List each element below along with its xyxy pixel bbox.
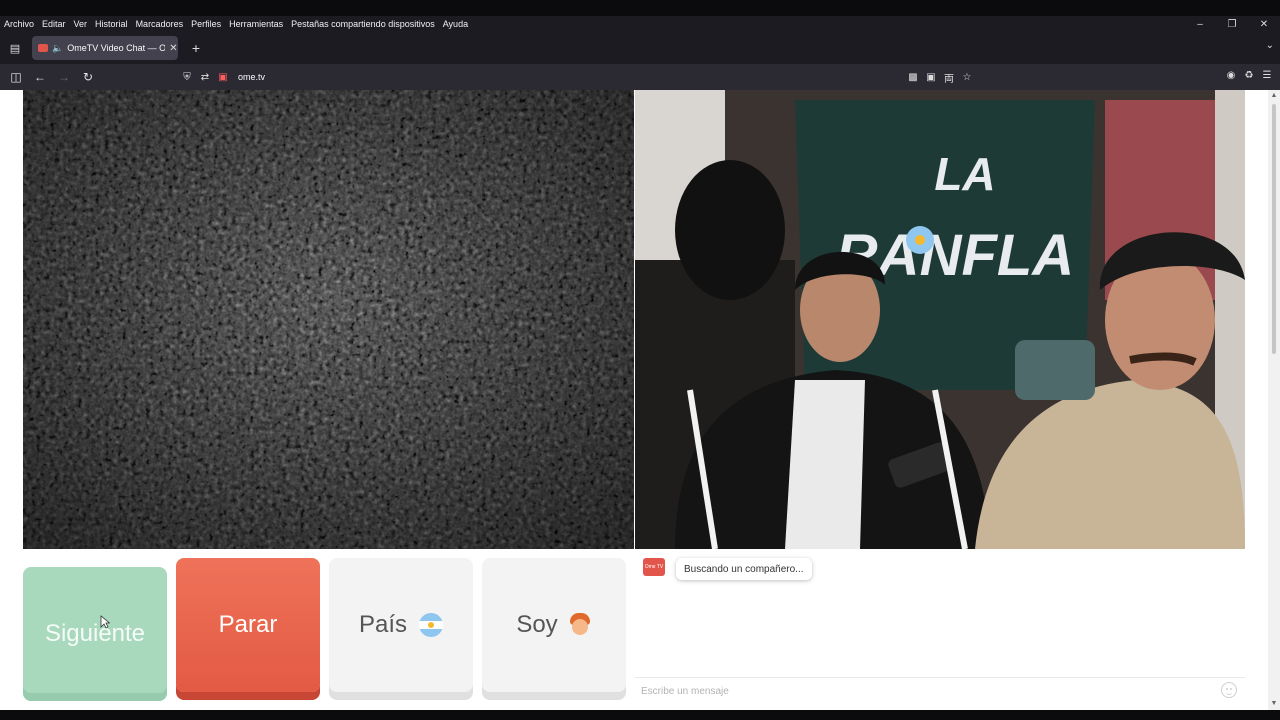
message-input[interactable]	[641, 682, 1201, 700]
restore-icon[interactable]: ❐	[1216, 16, 1248, 32]
menu-herramientas[interactable]: Herramientas	[225, 19, 287, 29]
menu-editar[interactable]: Editar	[38, 19, 70, 29]
extensions-icon[interactable]: ♻	[1240, 66, 1258, 84]
tab-bar: ▤ 🔈 OmeTV Video Chat — OmeTV ✕ + ⌄	[0, 32, 1280, 64]
camera-icon[interactable]: ▣	[214, 68, 232, 86]
navigation-bar: ◫ ← → ↻ ⛨ ⇄ ▣ ome.tv ▩ ▣ 両 ☆ ◉ ♻ ☰	[0, 64, 1280, 90]
page-content: LA RANFLA Siguiente Parar País Soy Ome T…	[0, 90, 1280, 720]
menu-pestanas-compartiendo[interactable]: Pestañas compartiendo dispositivos	[287, 19, 439, 29]
tab-ometv[interactable]: 🔈 OmeTV Video Chat — OmeTV ✕	[32, 36, 178, 60]
scroll-down-icon[interactable]: ▼	[1270, 700, 1278, 708]
close-window-icon[interactable]: ✕	[1248, 16, 1280, 32]
status-message: Buscando un compañero...	[676, 558, 812, 580]
emoji-icon[interactable]	[1221, 682, 1237, 698]
ometv-favicon-icon	[38, 44, 48, 52]
url-actions: ▩ ▣ 両 ☆	[904, 68, 976, 86]
country-button-label: País	[358, 611, 408, 638]
toolbar-right-actions: ◉ ♻ ☰	[1222, 66, 1276, 84]
menu-archivo[interactable]: Archivo	[0, 19, 38, 29]
country-button[interactable]: País	[329, 558, 473, 692]
boy-face-icon	[568, 613, 592, 637]
reload-icon[interactable]: ↻	[76, 66, 100, 88]
menu-bar: Archivo Editar Ver Historial Marcadores …	[0, 16, 1280, 32]
account-icon[interactable]: ◉	[1222, 66, 1240, 84]
screenshot-icon[interactable]: ▣	[922, 68, 940, 86]
minimize-icon[interactable]: –	[1184, 16, 1216, 32]
forward-arrow-icon[interactable]: →	[52, 66, 76, 88]
plus-icon[interactable]: +	[184, 36, 208, 60]
ometv-logo-icon: Ome TV	[643, 558, 665, 576]
stop-button[interactable]: Parar	[176, 558, 320, 692]
chat-input-row	[635, 677, 1245, 703]
next-button[interactable]: Siguiente	[23, 567, 167, 701]
url-text[interactable]: ome.tv	[238, 72, 265, 82]
close-tab-icon[interactable]: ✕	[169, 43, 177, 54]
chat-panel: Ome TV Buscando un compañero...	[635, 549, 1245, 704]
local-video-static	[23, 90, 634, 549]
speaker-icon[interactable]: 🔈	[52, 43, 63, 54]
menu-icon[interactable]: ☰	[1258, 66, 1276, 84]
url-bar[interactable]: ⛨ ⇄ ▣ ome.tv ▩ ▣ 両 ☆	[178, 66, 1128, 88]
window-bottom-strip	[0, 710, 1280, 720]
scrollbar-thumb[interactable]	[1272, 104, 1276, 354]
menu-ver[interactable]: Ver	[70, 19, 92, 29]
window-top-strip	[0, 0, 1280, 16]
menu-historial[interactable]: Historial	[91, 19, 132, 29]
window-controls: – ❐ ✕	[1184, 16, 1280, 32]
picture-in-picture-icon[interactable]: ▩	[904, 68, 922, 86]
stop-button-label: Parar	[218, 611, 278, 638]
argentina-flag-icon	[419, 613, 444, 637]
sidebar-toggle-icon[interactable]: ◫	[4, 66, 28, 88]
shield-icon[interactable]: ⛨	[178, 68, 196, 86]
control-buttons: Siguiente Parar País Soy	[23, 558, 627, 704]
permissions-icon[interactable]: ⇄	[196, 68, 214, 86]
page-scrollbar[interactable]: ▲ ▼	[1268, 90, 1280, 710]
menu-ayuda[interactable]: Ayuda	[439, 19, 472, 29]
mouse-cursor-icon	[100, 615, 110, 629]
svg-text:LA: LA	[934, 148, 995, 200]
tab-title: OmeTV Video Chat — OmeTV	[67, 43, 166, 53]
menu-perfiles[interactable]: Perfiles	[187, 19, 225, 29]
next-button-label: Siguiente	[44, 620, 146, 647]
gender-button[interactable]: Soy	[482, 558, 626, 692]
scroll-up-icon[interactable]: ▲	[1270, 92, 1278, 100]
menu-marcadores[interactable]: Marcadores	[132, 19, 188, 29]
partner-video: LA RANFLA	[635, 90, 1245, 549]
back-arrow-icon[interactable]: ←	[28, 66, 52, 88]
chevron-down-icon[interactable]: ⌄	[1266, 40, 1274, 51]
star-icon[interactable]: ☆	[958, 68, 976, 86]
translate-icon[interactable]: 両	[940, 68, 958, 86]
tab-list-icon[interactable]: ▤	[2, 35, 28, 61]
gender-button-label: Soy	[516, 611, 558, 638]
